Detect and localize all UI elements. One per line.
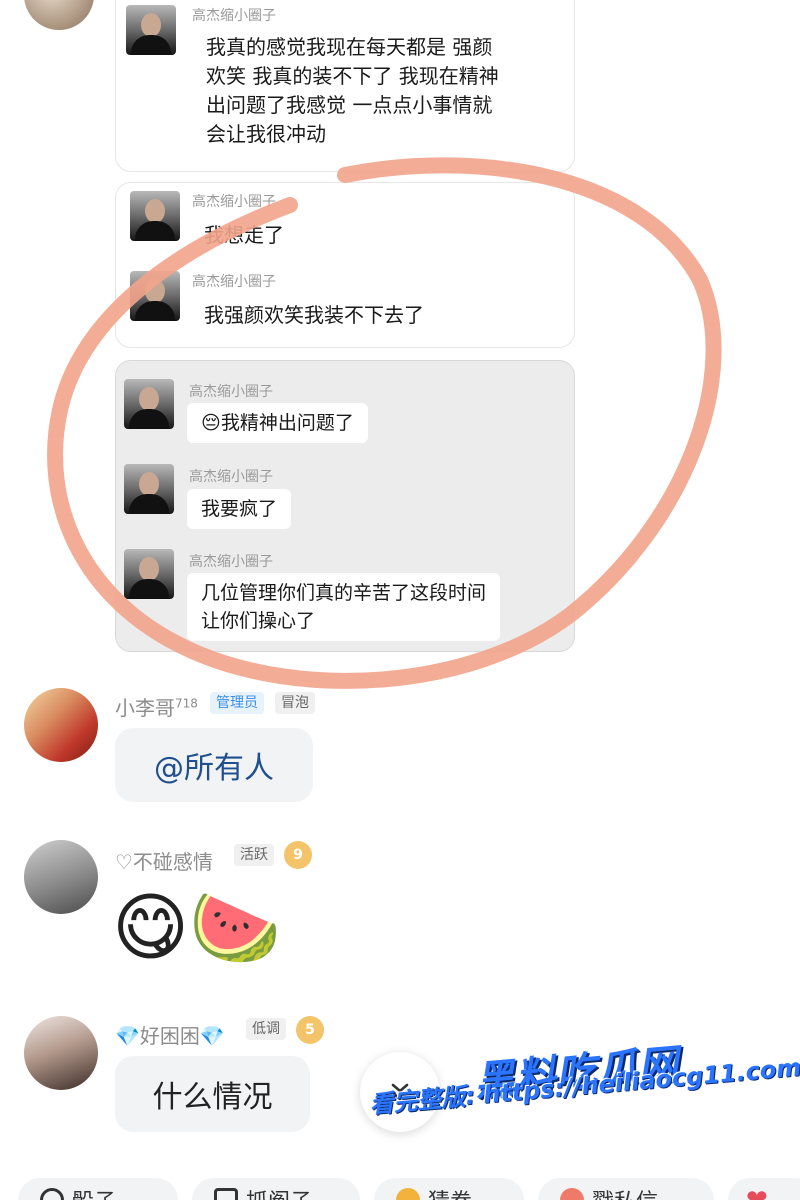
message-bubble[interactable]: @所有人 [115,728,313,802]
message-text: 我真的感觉我现在每天都是 强颜 欢笑 我真的装不下了 我现在精神 出问题了我感觉… [206,35,499,146]
quick-rps-button[interactable]: 猜拳 [374,1178,524,1200]
pensive-face-icon: 😔 [201,412,221,434]
activity-tag: 活跃 [234,844,274,866]
user-name[interactable]: ♡不碰感情 [115,846,213,875]
sender-name: 高杰缩小圈子 [189,554,273,570]
user-avatar[interactable] [24,840,98,914]
level-badge-icon: 5 [296,1016,324,1044]
poke-icon [560,1188,584,1200]
sender-name: 高杰缩小圈子 [192,274,276,290]
avatar-top[interactable] [24,0,94,30]
message-text: 我想走了 [204,223,284,247]
message-bubble: 我要疯了 [187,489,292,529]
sender-name: 高杰缩小圈子 [189,469,273,485]
message-bubble: 😔我精神出问题了 [187,403,368,443]
sender-avatar [126,5,176,55]
sender-name: 高杰缩小圈子 [192,8,276,24]
quick-more-button[interactable]: ❤ [728,1178,800,1200]
forwarded-card-3[interactable]: 高杰缩小圈子 😔我精神出问题了 高杰缩小圈子 我要疯了 高杰缩小圈子 几位管理你… [115,360,575,652]
message-bubble[interactable]: 什么情况 [115,1056,310,1132]
user-avatar[interactable] [24,688,98,762]
sender-name: 高杰缩小圈子 [189,384,273,400]
user-name[interactable]: 小李哥718 [115,692,198,721]
quick-lottery-button[interactable]: 抓阄子 [192,1178,360,1200]
heart-icon: ❤ [746,1185,768,1200]
level-badge-icon: 9 [284,841,312,869]
admin-tag: 管理员 [210,692,264,714]
sender-avatar [124,379,174,429]
sticker-eating-watermelon-icon[interactable]: 😋🍉 [112,880,281,976]
hand-icon [396,1188,420,1200]
sender-avatar [130,191,180,241]
lottery-icon [214,1188,238,1200]
message-text: 我强颜欢笑我装不下去了 [204,303,424,327]
user-name[interactable]: 💎好困困💎 [115,1020,225,1049]
message-bubble: 几位管理你们真的辛苦了这段时间 让你们操心了 [187,573,501,641]
quick-dice-button[interactable]: 骰子 [18,1178,178,1200]
activity-tag: 低调 [246,1018,286,1040]
forwarded-card-2[interactable]: 高杰缩小圈子 我想走了 高杰缩小圈子 我强颜欢笑我装不下去了 [115,182,575,348]
sender-avatar [130,271,180,321]
user-avatar[interactable] [24,1016,98,1090]
forwarded-card-1[interactable]: 高杰缩小圈子 我真的感觉我现在每天都是 强颜 欢笑 我真的装不下了 我现在精神 … [115,0,575,172]
dice-icon [40,1188,64,1200]
sender-avatar [124,549,174,599]
sender-name: 高杰缩小圈子 [192,194,276,210]
sender-avatar [124,464,174,514]
activity-tag: 冒泡 [275,692,315,714]
quick-poke-button[interactable]: 戳私信 [538,1178,714,1200]
